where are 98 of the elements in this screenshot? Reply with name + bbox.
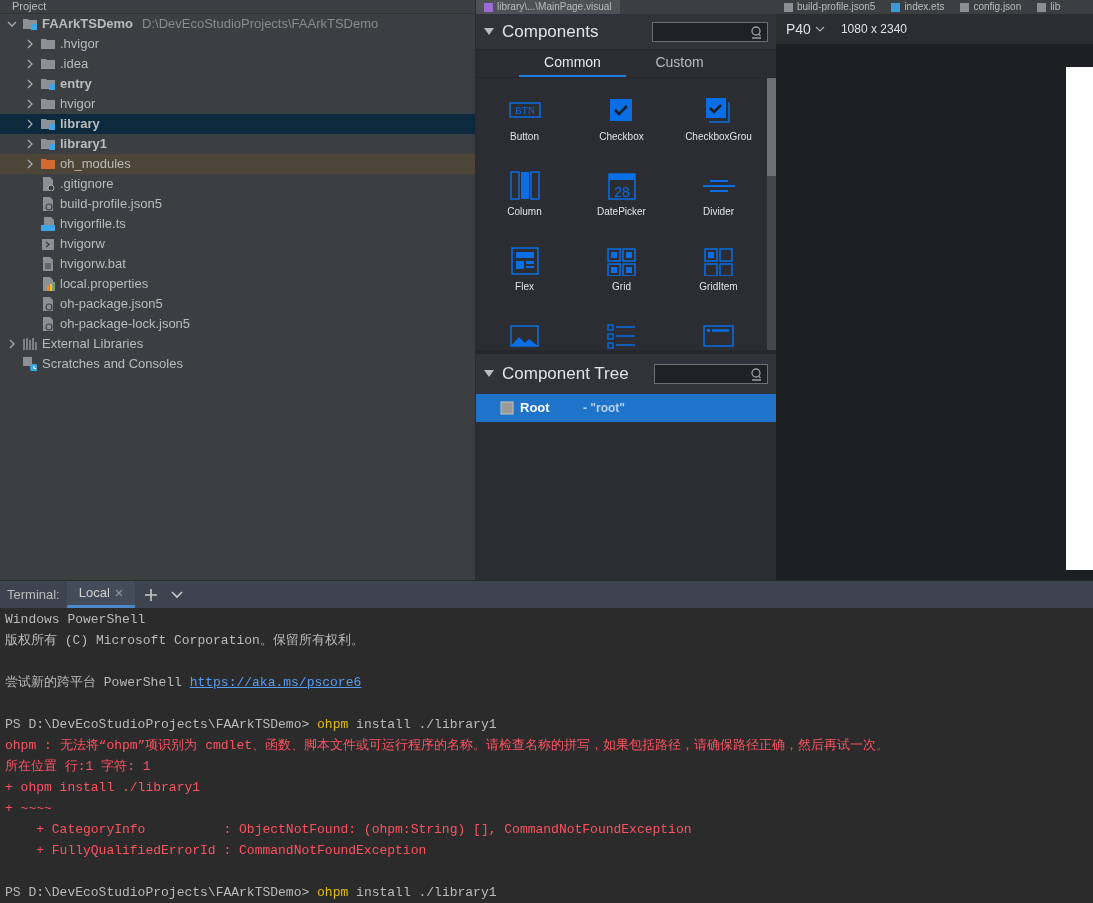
collapse-icon[interactable] [484,27,494,36]
file-icon [41,297,55,311]
folder-icon [41,37,55,51]
palette-item[interactable]: Divider [670,171,767,246]
folder-icon [41,157,55,171]
tree-item[interactable]: .idea [0,54,475,74]
file-icon [41,257,55,271]
add-icon[interactable] [144,588,157,601]
folder-icon [41,57,55,71]
tree-item[interactable]: hvigor [0,94,475,114]
terminal-text: install ./library1 [355,885,497,900]
tree-item[interactable]: entry [0,74,475,94]
palette-item[interactable]: Checkbox [573,96,670,171]
error-line: + ~~~~ [5,800,53,818]
file-icon [41,197,55,211]
tree-item[interactable]: build-profile.json5 [0,194,475,214]
panel-title: Component Tree [502,363,630,386]
collapse-icon[interactable] [484,370,494,378]
component-tree-item[interactable]: Root - "root" [476,394,776,422]
palette-item[interactable]: 28 DatePicker [573,171,670,246]
component-icon [500,401,514,415]
tree-item[interactable]: oh-package.json5 [0,294,475,314]
palette-item[interactable]: BTN Button [476,96,573,171]
editor-tab[interactable]: config.json [952,0,1030,14]
node-id-label: - "root" [583,400,626,417]
file-icon [41,277,55,291]
palette-item[interactable]: Column [476,171,573,246]
error-line: + FullyQualifiedErrorId : CommandNotFoundException [35,842,428,860]
palette-tab[interactable]: Common [519,50,626,77]
terminal-text: install ./library1 [355,717,497,732]
file-icon [41,177,55,191]
panel-title: Components [502,20,600,43]
error-line: 所在位置 行:1 字符: 1 [5,758,152,776]
terminal-link[interactable]: https://aka.ms/pscore6 [189,675,362,690]
library-icon [23,337,37,351]
tree-item[interactable]: Scratches and Consoles [0,354,475,374]
search-icon [749,367,763,381]
error-line: + ohpm install ./library1 [5,779,202,797]
tree-item[interactable]: library [0,114,475,134]
terminal-text: 尝试新的跨平台 PowerShell [5,675,183,690]
file-icon [41,317,55,331]
resolution-label: 1080 x 2340 [840,21,907,38]
column-icon [507,171,542,201]
tree-item[interactable]: FAArkTSDemo D:\DevEcoStudioProjects\FAArkTSDemo [0,14,475,34]
search-field[interactable] [652,21,768,42]
tree-item[interactable]: .gitignore [0,174,475,194]
palette-item[interactable]: CheckboxGrou [670,96,767,171]
tree-item[interactable]: hvigorfile.ts [0,214,475,234]
module-folder-icon [41,137,55,151]
grid-icon [604,246,639,276]
palette-tab[interactable]: Custom [626,50,733,77]
module-folder-icon [41,117,55,131]
editor-tab[interactable]: library\...\MainPage.visual [476,0,620,14]
terminal-text: PS D:\DevEcoStudioProjects\FAArkTSDemo> [5,717,311,732]
tree-item[interactable]: hvigorw.bat [0,254,475,274]
file-icon [484,2,493,12]
path-label: D:\DevEcoStudioProjects\FAArkTSDemo [142,15,379,34]
palette-item[interactable]: GridItem [670,246,767,321]
tree-item[interactable]: hvigorw [0,234,475,254]
scrollbar-thumb[interactable] [767,78,776,176]
panel-title: Terminal: [6,585,61,604]
file-icon [1037,2,1047,12]
griditem-icon [701,246,736,276]
palette-item[interactable]: Flex [476,246,573,321]
caret-icon [814,26,825,32]
terminal-line: Windows PowerShell [5,611,147,629]
module-folder-icon [23,17,37,31]
panel-title: Project [12,0,47,13]
search-icon [749,24,763,39]
terminal-file-icon [41,237,55,251]
palette-item[interactable]: Grid [573,246,670,321]
scratch-icon [23,357,37,371]
tree-item[interactable]: oh-package-lock.json5 [0,314,475,334]
file-icon [784,2,793,12]
tree-item[interactable]: library1 [0,134,475,154]
editor-tab[interactable]: lib [1029,0,1069,14]
search-field[interactable] [654,364,768,384]
error-line: + CategoryInfo : ObjectNotFound: (ohpm:String) [], CommandNotFoundException [35,821,693,839]
tree-item[interactable]: local.properties [0,274,475,294]
terminal-text: ohpm [317,885,349,900]
terminal-text: PS D:\DevEcoStudioProjects\FAArkTSDemo> [5,885,311,900]
module-folder-icon [41,77,55,91]
error-line: ohpm : 无法将“ohpm”项识别为 cmdlet、函数、脚本文件或可运行程序的名称。请检查名称的拼写，如果包括路径，请确保路径正确，然后再试一次。 [5,737,891,755]
folder-icon [41,97,55,111]
device-dropdown[interactable]: P40 [786,18,825,40]
file-icon [960,2,970,12]
editor-tab[interactable]: index.ets [883,0,953,14]
editor-tab[interactable]: build-profile.json5 [776,0,884,14]
terminal-text: ohpm [317,717,349,732]
file-icon [41,217,55,231]
chevron-down-icon[interactable] [170,590,183,599]
tree-item[interactable]: External Libraries [0,334,475,354]
close-icon[interactable] [114,589,123,597]
terminal-tab[interactable]: Local [66,581,135,608]
tree-item[interactable]: oh_modules [0,154,475,174]
file-icon [891,2,901,12]
terminal-line: 版权所有 (C) Microsoft Corporation。保留所有权利。 [5,632,365,650]
tree-item[interactable]: .hvigor [0,34,475,54]
